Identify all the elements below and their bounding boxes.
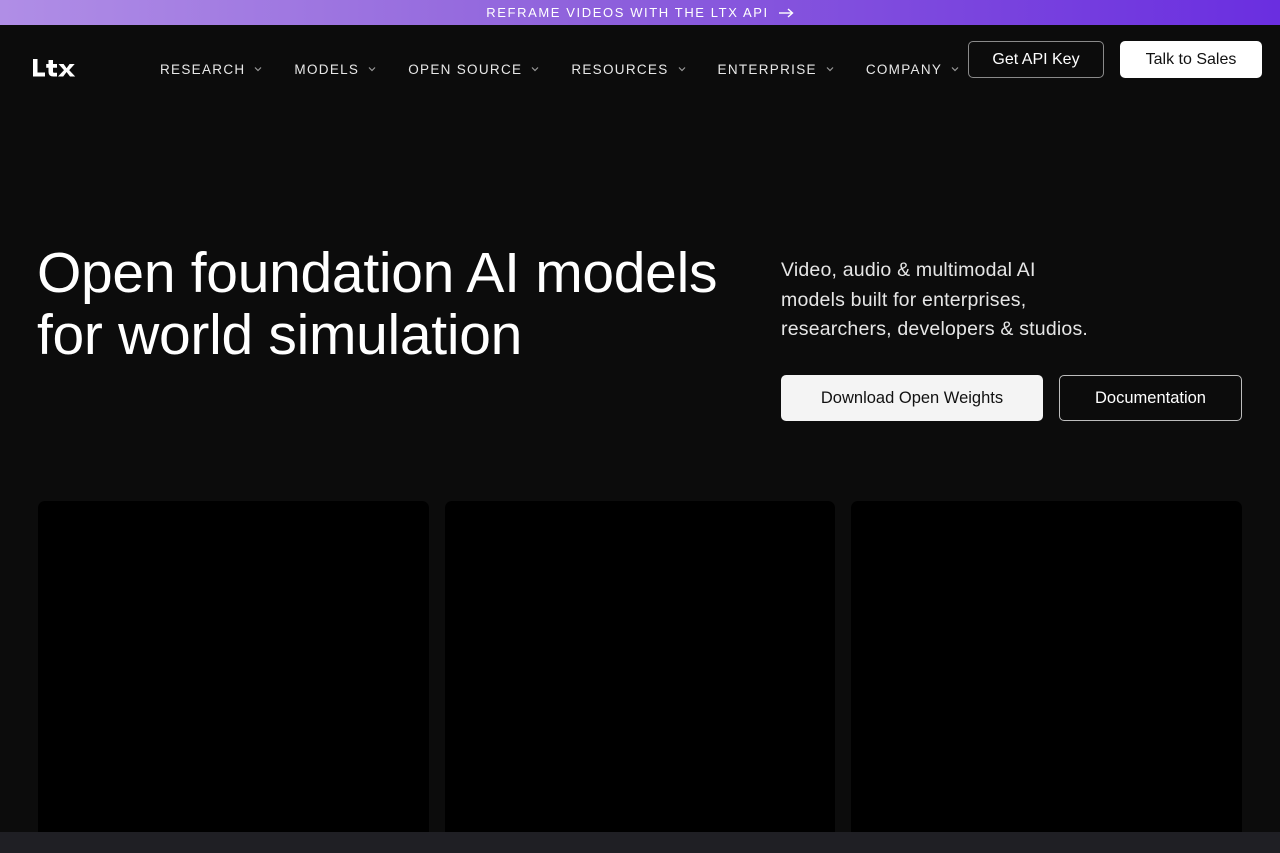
hero-subtitle-line: models built for enterprises, (781, 288, 1027, 311)
nav-item-research[interactable]: RESEARCH (160, 62, 262, 77)
chevron-down-icon (951, 67, 959, 72)
video-card[interactable] (445, 501, 835, 841)
nav-item-company[interactable]: COMPANY (866, 62, 959, 77)
arrow-right-icon (778, 7, 794, 18)
talk-to-sales-button[interactable]: Talk to Sales (1120, 41, 1262, 78)
nav-label: RESOURCES (571, 61, 669, 77)
nav-label: COMPANY (865, 61, 943, 77)
main-nav: RESEARCH MODELS OPEN SOURCE RESOURCES EN… (160, 59, 959, 79)
nav-item-enterprise[interactable]: ENTERPRISE (718, 62, 834, 77)
chevron-down-icon (368, 67, 376, 72)
hero-title-line: Open foundation AI models (37, 241, 718, 305)
hero-subtitle-line: Video, audio & multimodal AI (781, 259, 1036, 281)
hero-subtitle-line: researchers, developers & studios. (781, 318, 1089, 340)
chevron-down-icon (826, 67, 834, 72)
nav-label: OPEN SOURCE (408, 61, 523, 77)
ltx-logo[interactable] (32, 57, 80, 79)
video-card[interactable] (851, 501, 1242, 841)
chevron-down-icon (531, 67, 539, 72)
bottom-bar (0, 832, 1280, 853)
announcement-banner[interactable]: REFRAME VIDEOS WITH THE LTX API (0, 0, 1280, 25)
hero-title-line: for world simulation (37, 303, 523, 367)
video-cards (38, 501, 1242, 841)
hero-title: Open foundation AI models for world simu… (37, 242, 767, 366)
download-open-weights-button[interactable]: Download Open Weights (781, 375, 1043, 421)
chevron-down-icon (678, 67, 685, 72)
documentation-button[interactable]: Documentation (1059, 375, 1242, 421)
get-api-key-button[interactable]: Get API Key (968, 41, 1104, 78)
hero-subtitle: Video, audio & multimodal AI models buil… (781, 256, 1161, 345)
nav-item-open-source[interactable]: OPEN SOURCE (408, 62, 539, 77)
site-header: RESEARCH MODELS OPEN SOURCE RESOURCES EN… (0, 25, 1280, 105)
chevron-down-icon (254, 67, 262, 72)
page: REFRAME VIDEOS WITH THE LTX API RESEARCH (0, 0, 1280, 853)
nav-item-models[interactable]: MODELS (294, 62, 376, 77)
video-card[interactable] (38, 501, 429, 841)
nav-label: MODELS (294, 61, 360, 77)
nav-label: RESEARCH (160, 61, 246, 77)
nav-item-resources[interactable]: RESOURCES (571, 62, 685, 77)
nav-label: ENTERPRISE (717, 61, 817, 77)
banner-text: REFRAME VIDEOS WITH THE LTX API (486, 5, 769, 20)
